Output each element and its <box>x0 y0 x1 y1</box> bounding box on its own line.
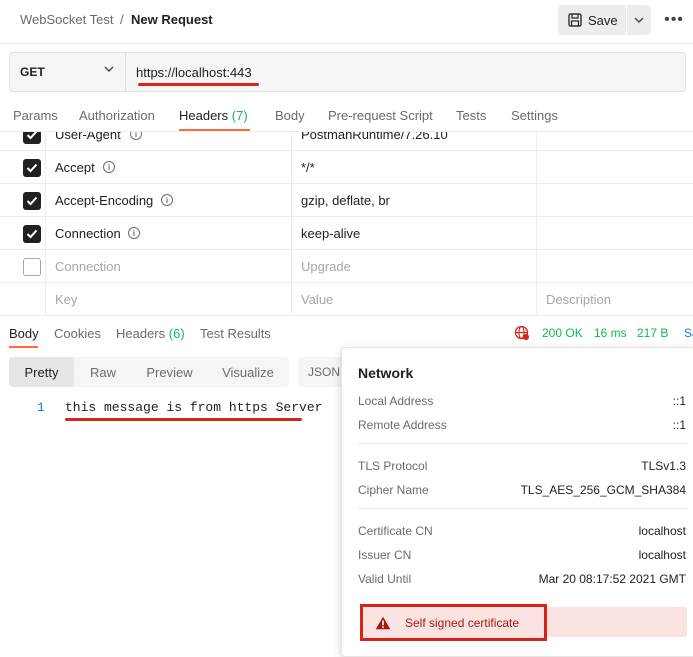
view-mode-tabs: Pretty Raw Preview Visualize <box>9 357 289 387</box>
header-key[interactable]: Connection <box>55 259 121 274</box>
table-row: Connection Upgrade <box>0 250 693 283</box>
tab-pre-request-script[interactable]: Pre-request Script <box>328 108 433 123</box>
info-icon[interactable]: i <box>161 194 173 206</box>
issuer-cn-value: localhost <box>638 548 686 562</box>
save-button[interactable]: Save <box>558 5 626 35</box>
title-bar: WebSocket Test / New Request Save ••• <box>0 0 693 44</box>
header-key[interactable]: User-Agent <box>55 132 121 142</box>
tab-test-results[interactable]: Test Results <box>200 326 271 341</box>
tls-protocol-label: TLS Protocol <box>358 459 428 473</box>
save-label: Save <box>588 12 618 28</box>
self-signed-warning: Self signed certificate <box>360 604 547 641</box>
tab-body[interactable]: Body <box>275 108 305 123</box>
row-checkbox[interactable] <box>23 132 41 144</box>
response-size[interactable]: 217 B <box>637 326 668 340</box>
view-tab-pretty[interactable]: Pretty <box>9 357 74 387</box>
tab-tests[interactable]: Tests <box>456 108 486 123</box>
header-key[interactable]: Accept <box>55 160 95 175</box>
view-tab-raw[interactable]: Raw <box>74 357 132 387</box>
breadcrumb-current[interactable]: New Request <box>131 12 213 27</box>
warning-text: Self signed certificate <box>405 615 520 630</box>
tab-response-cookies[interactable]: Cookies <box>54 326 101 341</box>
active-tab-indicator <box>9 346 38 348</box>
row-checkbox[interactable] <box>23 225 41 243</box>
remote-address-value: ::1 <box>672 418 686 432</box>
warning-icon <box>375 616 391 629</box>
response-tabs: Body Cookies Headers (6) Test Results <box>0 318 693 348</box>
tab-params[interactable]: Params <box>13 108 58 123</box>
url-annotation-underline <box>138 83 259 86</box>
issuer-cn-label: Issuer CN <box>358 548 412 562</box>
valid-until-label: Valid Until <box>358 572 412 586</box>
url-bar: GET https://localhost:443 <box>9 52 686 92</box>
save-response-button[interactable]: Sa <box>684 326 693 340</box>
row-checkbox[interactable] <box>23 159 41 177</box>
tab-response-body[interactable]: Body <box>9 326 39 341</box>
chevron-down-icon <box>634 17 644 23</box>
format-label: JSON <box>308 365 341 379</box>
body-annotation-underline <box>65 418 302 421</box>
tab-response-headers[interactable]: Headers (6) <box>116 326 185 341</box>
breadcrumb-parent[interactable]: WebSocket Test <box>20 12 113 27</box>
tab-settings[interactable]: Settings <box>511 108 558 123</box>
tab-headers[interactable]: Headers (7) <box>179 108 248 123</box>
response-body-line[interactable]: this message is from https Server <box>65 400 322 415</box>
network-title: Network <box>358 365 414 381</box>
tab-authorization[interactable]: Authorization <box>79 108 155 123</box>
chevron-down-icon <box>104 66 114 72</box>
row-checkbox[interactable] <box>23 258 41 276</box>
header-value[interactable]: Upgrade <box>301 259 351 274</box>
table-row: Connection i keep-alive <box>0 217 693 250</box>
value-input[interactable]: Value <box>301 292 333 307</box>
request-tabs: Params Authorization Headers (7) Body Pr… <box>0 98 693 132</box>
header-value[interactable]: keep-alive <box>301 226 360 241</box>
header-key[interactable]: Accept-Encoding <box>55 193 153 208</box>
certificate-cn-label: Certificate CN <box>358 524 433 538</box>
info-icon[interactable]: i <box>130 132 142 140</box>
tls-protocol-value: TLSv1.3 <box>641 459 686 473</box>
header-value[interactable]: */* <box>301 160 315 175</box>
cipher-name-label: Cipher Name <box>358 483 429 497</box>
local-address-value: ::1 <box>672 394 686 408</box>
divider <box>358 443 688 444</box>
remote-address-label: Remote Address <box>358 418 447 432</box>
header-key[interactable]: Connection <box>55 226 121 241</box>
local-address-label: Local Address <box>358 394 434 408</box>
view-tab-visualize[interactable]: Visualize <box>207 357 289 387</box>
row-checkbox[interactable] <box>23 192 41 210</box>
table-row: Accept-Encoding i gzip, deflate, br <box>0 184 693 217</box>
description-input[interactable]: Description <box>546 292 611 307</box>
header-value[interactable]: PostmanRuntime/7.26.10 <box>301 132 448 142</box>
save-icon <box>568 13 582 27</box>
headers-table: User-Agent i PostmanRuntime/7.26.10 Acce… <box>0 132 693 317</box>
key-input[interactable]: Key <box>55 292 77 307</box>
breadcrumb-separator: / <box>120 12 124 27</box>
view-tab-preview[interactable]: Preview <box>132 357 207 387</box>
cipher-name-value: TLS_AES_256_GCM_SHA384 <box>520 483 686 497</box>
method-select[interactable]: GET <box>10 53 126 91</box>
valid-until-value: Mar 20 08:17:52 2021 GMT <box>538 572 686 586</box>
info-icon[interactable]: i <box>103 161 115 173</box>
more-icon: ••• <box>664 11 684 28</box>
table-row-new: Key Value Description <box>0 283 693 316</box>
network-popover: Network Local Address ::1 Remote Address… <box>341 347 693 657</box>
method-label: GET <box>20 65 45 79</box>
divider <box>358 508 688 509</box>
table-row: User-Agent i PostmanRuntime/7.26.10 <box>0 132 693 151</box>
globe-warning-icon[interactable] <box>514 325 530 341</box>
line-number: 1 <box>37 400 45 415</box>
info-icon[interactable]: i <box>128 227 140 239</box>
response-time[interactable]: 16 ms <box>594 326 627 340</box>
more-options-button[interactable]: ••• <box>660 8 688 32</box>
save-options-button[interactable] <box>627 5 651 35</box>
header-value[interactable]: gzip, deflate, br <box>301 193 390 208</box>
certificate-cn-value: localhost <box>638 524 686 538</box>
active-tab-indicator <box>179 129 250 131</box>
url-input[interactable]: https://localhost:443 <box>136 65 252 80</box>
response-status[interactable]: 200 OK <box>542 326 583 340</box>
table-row: Accept i */* <box>0 151 693 184</box>
